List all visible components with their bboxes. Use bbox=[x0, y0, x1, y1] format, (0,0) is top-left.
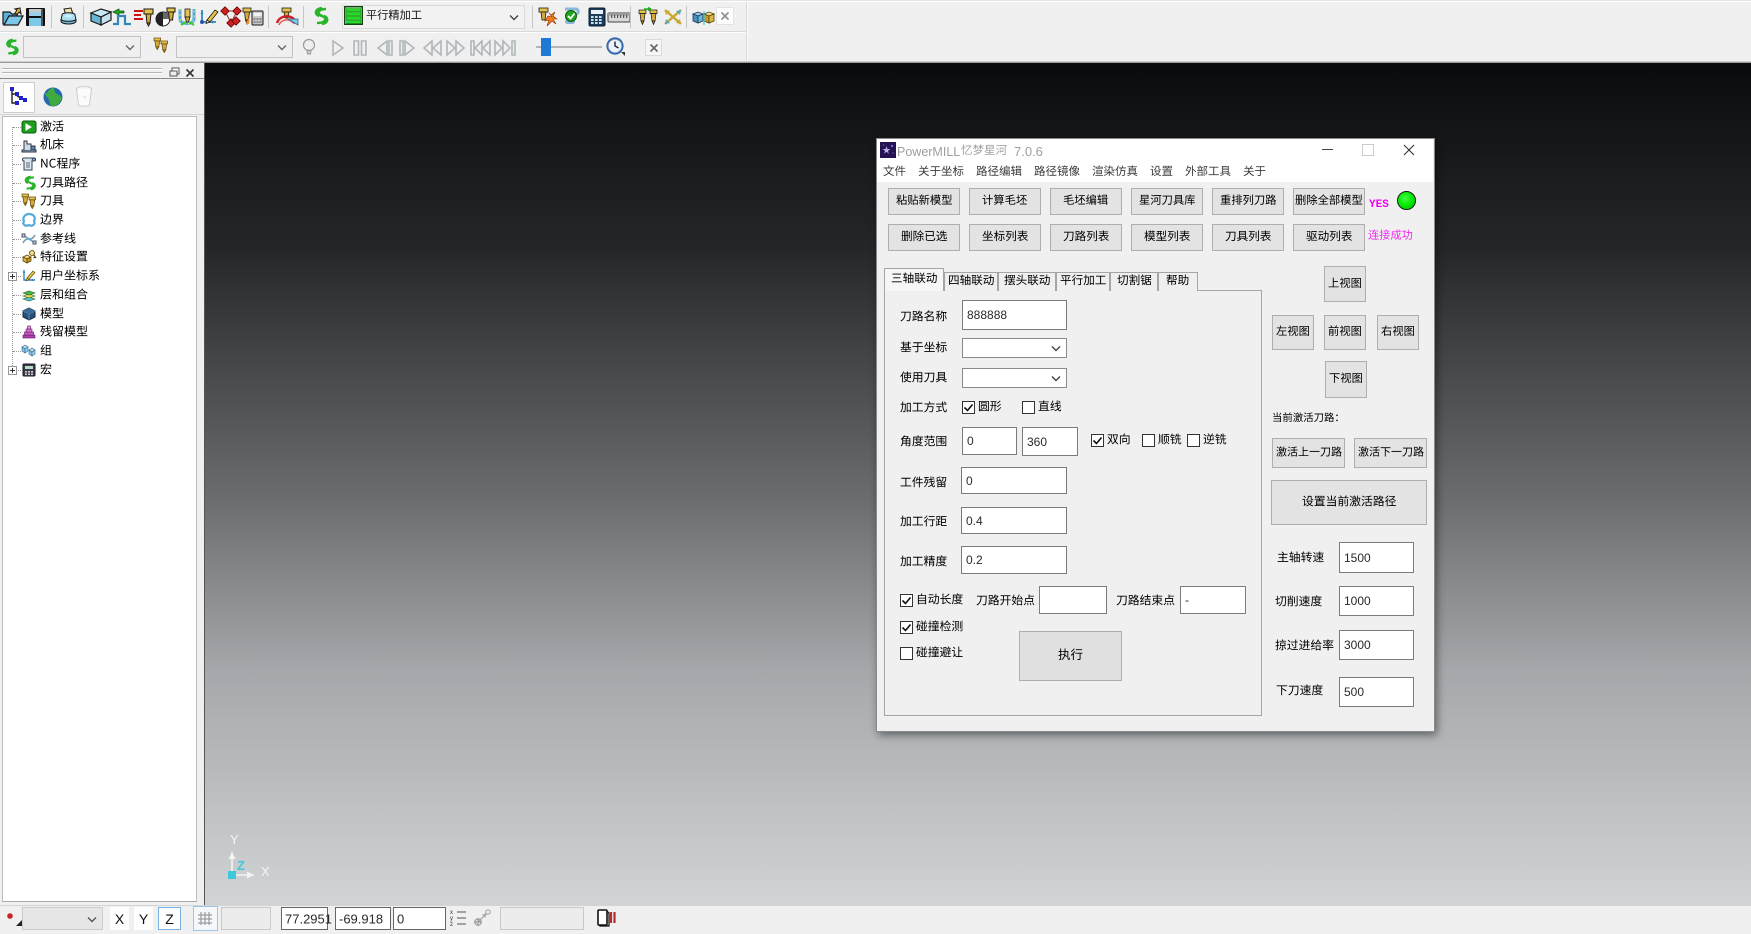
svg-text:Z: Z bbox=[237, 858, 245, 873]
svg-text:X: X bbox=[261, 864, 270, 879]
svg-text:Y: Y bbox=[230, 832, 239, 847]
svg-text:z: z bbox=[450, 922, 453, 928]
